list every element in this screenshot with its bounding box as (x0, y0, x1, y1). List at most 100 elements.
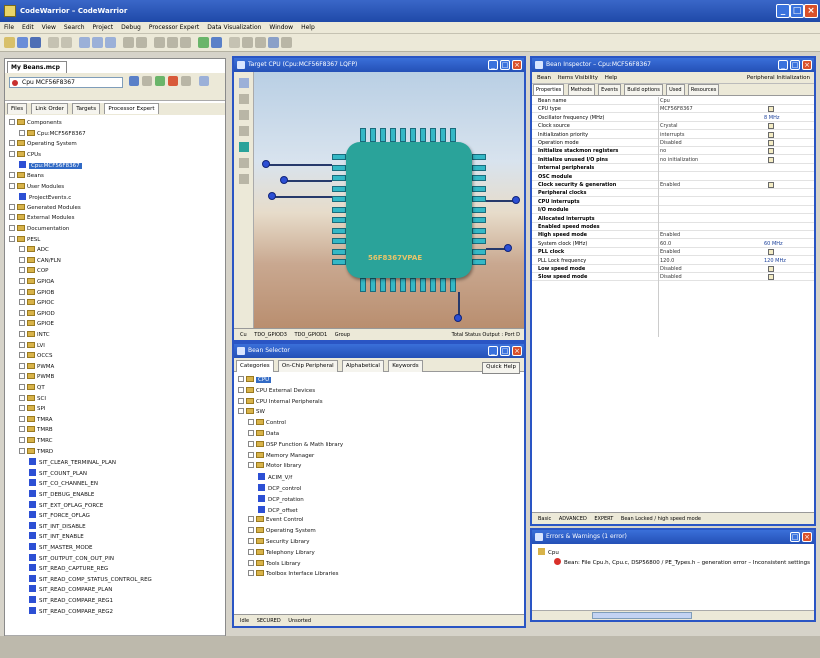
property-row[interactable]: Bean name Cpu (532, 97, 814, 105)
signal-node-icon[interactable] (512, 196, 520, 204)
project-tree-item[interactable]: COP (19, 267, 49, 276)
property-value[interactable]: Crystal (660, 122, 678, 130)
property-value[interactable]: MCF56F8367 (660, 105, 693, 113)
menu-item-data-visualization[interactable]: Data Visualization (203, 22, 265, 31)
project-tree-item[interactable]: Operating System (9, 140, 77, 149)
bean-tree-item[interactable]: CPU Internal Peripherals (238, 397, 323, 407)
property-row[interactable]: CPU type MCF56F8367 (532, 105, 814, 114)
project-tree-item[interactable]: User Modules (9, 182, 64, 192)
info-icon[interactable] (181, 76, 191, 86)
expand-toggle-icon[interactable] (19, 394, 25, 401)
inspector-menu-help[interactable]: Help (605, 75, 618, 81)
target-cpu-icon[interactable] (268, 37, 279, 48)
target-select[interactable]: Cpu MCF56F8367 (9, 77, 123, 88)
property-value[interactable]: Disabled (660, 273, 682, 281)
property-row[interactable]: Allocated interrupts (532, 215, 814, 223)
tab-events[interactable]: Events (598, 84, 622, 95)
project-tree-item[interactable]: ProjectEvents.c (19, 193, 71, 202)
expand-toggle-icon[interactable] (248, 527, 254, 534)
pin-left[interactable] (332, 206, 346, 213)
bean-inspector-icon[interactable] (255, 37, 266, 48)
project-tree-item[interactable]: GPIOA (19, 278, 54, 287)
property-value[interactable]: no (660, 147, 666, 155)
expand-toggle-icon[interactable] (248, 570, 254, 577)
project-tree-item[interactable]: SIT_READ_COMP_STATUS_CONTROL_REG (29, 574, 152, 584)
pin-bottom[interactable] (440, 278, 446, 292)
expand-toggle-icon[interactable] (19, 278, 25, 284)
rotate-icon[interactable] (239, 94, 249, 104)
pin-bottom[interactable] (450, 278, 456, 292)
bean-selector-icon[interactable] (281, 37, 292, 48)
expand-toggle-icon[interactable] (9, 140, 15, 147)
property-row[interactable]: System clock (MHz) 60.0 60 MHz (532, 240, 814, 248)
settings-icon[interactable] (129, 76, 139, 86)
expand-toggle-icon[interactable] (248, 451, 254, 458)
expand-toggle-icon[interactable] (19, 373, 25, 380)
expand-toggle-icon[interactable] (19, 299, 25, 306)
property-row[interactable]: PLL clock Enabled (532, 248, 814, 257)
project-tree-item[interactable]: LVI (19, 341, 45, 351)
tab-categories[interactable]: Categories (236, 360, 274, 372)
tab-on-chip-peripheral[interactable]: On-Chip Peripheral (277, 360, 338, 372)
pin-right[interactable] (472, 217, 486, 223)
property-row[interactable]: Internal peripherals (532, 164, 814, 173)
pin-left[interactable] (332, 164, 346, 171)
copy-icon[interactable] (92, 37, 103, 48)
project-tree-item[interactable]: Cpu:MCF56F8367 (19, 161, 82, 170)
property-row[interactable]: Clock source Crystal (532, 122, 814, 131)
menu-item-file[interactable]: File (0, 22, 18, 31)
property-value[interactable]: 120.0 (660, 257, 674, 265)
package-view-icon[interactable] (239, 126, 249, 136)
processor-expert-icon[interactable] (242, 37, 253, 48)
inspector-status-1[interactable]: ADVANCED (559, 516, 587, 522)
error-item[interactable]: Cpu (538, 548, 559, 556)
menu-item-window[interactable]: Window (265, 22, 297, 31)
tab-targets[interactable]: Targets (72, 103, 101, 114)
build-icon[interactable] (167, 37, 178, 48)
expand-toggle-icon[interactable] (9, 235, 15, 242)
pin-view-icon[interactable] (239, 110, 249, 120)
debug-project-icon[interactable] (168, 76, 178, 86)
expand-toggle-icon[interactable] (19, 384, 25, 390)
inspector-menu-visibility[interactable]: Items Visibility (558, 75, 598, 81)
pin-left[interactable] (332, 217, 346, 223)
property-row[interactable]: CPU interrupts (532, 198, 814, 206)
layer-icon[interactable] (239, 158, 249, 168)
bean-tree-item[interactable]: Event Control (248, 516, 303, 525)
pin-top[interactable] (380, 128, 386, 142)
expand-toggle-icon[interactable] (19, 426, 25, 433)
project-tree-item[interactable]: Cpu:MCF56F8367 (19, 129, 86, 139)
pin-bottom[interactable] (430, 278, 436, 292)
new-file-icon[interactable] (4, 37, 15, 48)
bean-tree-item[interactable]: Data (248, 430, 279, 439)
target-minimize-button[interactable]: _ (488, 60, 498, 70)
bean-tree-item[interactable]: Toolbox Interface Libraries (248, 570, 339, 579)
cpu-chip[interactable]: 56F8367VPAE (346, 142, 472, 278)
expand-toggle-icon[interactable] (9, 214, 15, 221)
project-tree-item[interactable]: CPUs (9, 150, 41, 160)
bean-tree-item[interactable]: Tools Library (248, 559, 301, 569)
project-tree-item[interactable]: External Modules (9, 214, 74, 223)
tab-processor-expert[interactable]: Processor Expert (104, 103, 159, 114)
expand-toggle-icon[interactable] (19, 246, 25, 253)
expand-toggle-icon[interactable] (9, 182, 15, 189)
bean-tree-item[interactable]: Memory Manager (248, 451, 314, 461)
signal-node-icon[interactable] (504, 244, 512, 252)
pin-top[interactable] (450, 128, 456, 142)
expand-toggle-icon[interactable] (9, 172, 15, 178)
dropdown-button[interactable] (768, 182, 774, 188)
pin-bottom[interactable] (380, 278, 386, 292)
dropdown-button[interactable] (768, 106, 774, 113)
expand-toggle-icon[interactable] (9, 119, 15, 125)
open-icon[interactable] (17, 37, 28, 48)
target-maximize-button[interactable]: □ (500, 60, 510, 70)
debug-icon[interactable] (198, 37, 209, 48)
bean-tree-item[interactable]: CPU External Devices (238, 386, 315, 396)
bean-maximize-button[interactable]: □ (500, 346, 510, 356)
pin-left[interactable] (332, 154, 346, 160)
bean-minimize-button[interactable]: _ (488, 346, 498, 356)
undo-icon[interactable] (48, 37, 59, 48)
tab-methods[interactable]: Methods (567, 84, 595, 95)
find-icon[interactable] (123, 37, 134, 48)
expand-toggle-icon[interactable] (19, 447, 25, 454)
